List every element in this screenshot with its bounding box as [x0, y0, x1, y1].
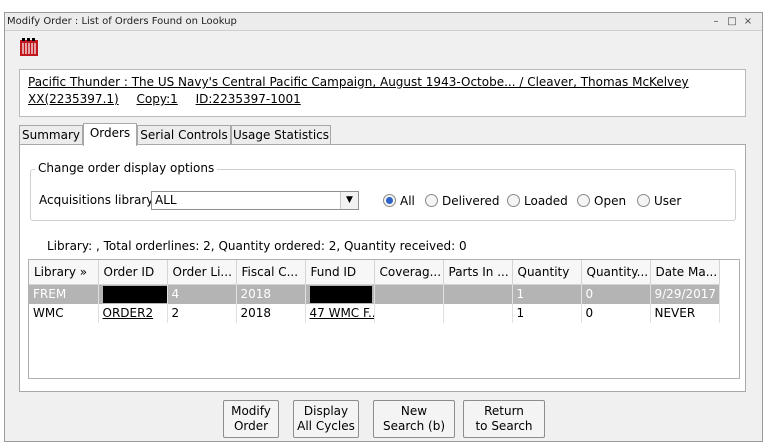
- tab-orders[interactable]: Orders: [83, 123, 137, 146]
- col-fund-id[interactable]: Fund ID: [305, 260, 375, 285]
- cell-quantity-received: 0: [581, 303, 651, 323]
- orders-table[interactable]: Library » Order ID Order Li... Fiscal C.…: [28, 259, 740, 379]
- window-title: Modify Order : List of Orders Found on L…: [7, 16, 237, 27]
- cell-date-modified: NEVER: [650, 303, 720, 323]
- record-ids: XX(2235397.1) Copy:1 ID:2235397-1001: [28, 91, 745, 108]
- acq-library-value: ALL: [155, 193, 177, 207]
- new-search-button[interactable]: New Search (b): [373, 400, 455, 438]
- tab-summary[interactable]: Summary: [19, 125, 83, 145]
- cell-parts-in: [443, 303, 513, 323]
- col-quantity[interactable]: Quantity: [512, 260, 582, 285]
- col-parts-in[interactable]: Parts In ...: [443, 260, 513, 285]
- cell-quantity: 1: [512, 284, 582, 304]
- radio-selected-icon: [383, 194, 396, 207]
- cell-fund-id[interactable]: 47 WMC F...: [305, 303, 375, 323]
- cell-order-id: [98, 284, 168, 304]
- cell-order-line: 2: [167, 303, 237, 323]
- library-book-icon: [20, 38, 38, 56]
- window-titlebar: Modify Order : List of Orders Found on L…: [5, 13, 762, 31]
- cell-date-modified: 9/29/2017: [650, 284, 720, 304]
- chevron-down-icon[interactable]: ▼: [340, 192, 358, 209]
- cell-library: FREM: [29, 284, 99, 304]
- acq-library-label: Acquisitions library:: [39, 193, 157, 207]
- status-radio-group: All Delivered Loaded Open User: [383, 193, 723, 209]
- col-order-id[interactable]: Order ID: [98, 260, 168, 285]
- col-library[interactable]: Library »: [29, 260, 99, 285]
- radio-icon: [425, 194, 438, 207]
- cell-coverage: [374, 284, 444, 304]
- background-strip: [0, 0, 771, 12]
- radio-icon: [507, 194, 520, 207]
- cell-quantity: 1: [512, 303, 582, 323]
- return-to-search-button[interactable]: Return to Search: [463, 400, 545, 438]
- table-row[interactable]: FREM 4 2018 1 0 9/29/2017: [29, 284, 720, 304]
- cell-fiscal-cycle: 2018: [236, 284, 306, 304]
- cell-order-id[interactable]: ORDER2: [98, 303, 168, 323]
- record-id: ID:2235397-1001: [195, 92, 301, 106]
- record-title-link[interactable]: Pacific Thunder : The US Navy's Central …: [28, 74, 745, 91]
- cell-order-line: 4: [167, 284, 237, 304]
- minimize-button[interactable]: –: [708, 13, 724, 31]
- cell-library: WMC: [29, 303, 99, 323]
- orderlines-summary: Library: , Total orderlines: 2, Quantity…: [44, 239, 470, 253]
- cell-fund-id: [305, 284, 375, 304]
- cell-parts-in: [443, 284, 513, 304]
- modify-order-window: Modify Order : List of Orders Found on L…: [4, 12, 763, 442]
- orders-panel: Change order display options Acquisition…: [19, 144, 746, 392]
- maximize-button[interactable]: □: [724, 13, 740, 31]
- col-date-modified[interactable]: Date Ma...: [650, 260, 720, 285]
- radio-delivered[interactable]: Delivered: [425, 193, 499, 209]
- cell-quantity-received: 0: [581, 284, 651, 304]
- display-options-group: Change order display options Acquisition…: [30, 161, 736, 221]
- cell-fiscal-cycle: 2018: [236, 303, 306, 323]
- table-row[interactable]: WMC ORDER2 2 2018 47 WMC F... 1 0 NEVER: [29, 303, 720, 323]
- cell-coverage: [374, 303, 444, 323]
- modify-order-button[interactable]: Modify Order: [223, 400, 279, 438]
- radio-all[interactable]: All: [383, 193, 415, 209]
- redacted-block: [102, 285, 166, 303]
- col-fiscal-cycle[interactable]: Fiscal C...: [236, 260, 306, 285]
- window-controls: – □ ×: [708, 13, 756, 31]
- display-options-label: Change order display options: [35, 161, 218, 175]
- radio-user[interactable]: User: [637, 193, 681, 209]
- table-header-row: Library » Order ID Order Li... Fiscal C.…: [29, 260, 720, 285]
- tab-serial-controls[interactable]: Serial Controls: [137, 125, 231, 145]
- record-xx-link[interactable]: XX(2235397.1): [28, 92, 119, 106]
- radio-icon: [637, 194, 650, 207]
- col-order-line[interactable]: Order Li...: [167, 260, 237, 285]
- col-quantity-received[interactable]: Quantity...: [581, 260, 651, 285]
- acq-library-select[interactable]: ALL ▼: [151, 191, 359, 210]
- radio-loaded[interactable]: Loaded: [507, 193, 568, 209]
- radio-open[interactable]: Open: [577, 193, 626, 209]
- record-copy: Copy:1: [136, 92, 178, 106]
- tab-usage-statistics[interactable]: Usage Statistics: [231, 125, 331, 145]
- radio-icon: [577, 194, 590, 207]
- redacted-block: [309, 285, 372, 303]
- record-title-box: Pacific Thunder : The US Navy's Central …: [19, 69, 746, 117]
- display-all-cycles-button[interactable]: Display All Cycles: [293, 400, 359, 438]
- close-button[interactable]: ×: [740, 13, 756, 31]
- col-coverage[interactable]: Coverag...: [374, 260, 444, 285]
